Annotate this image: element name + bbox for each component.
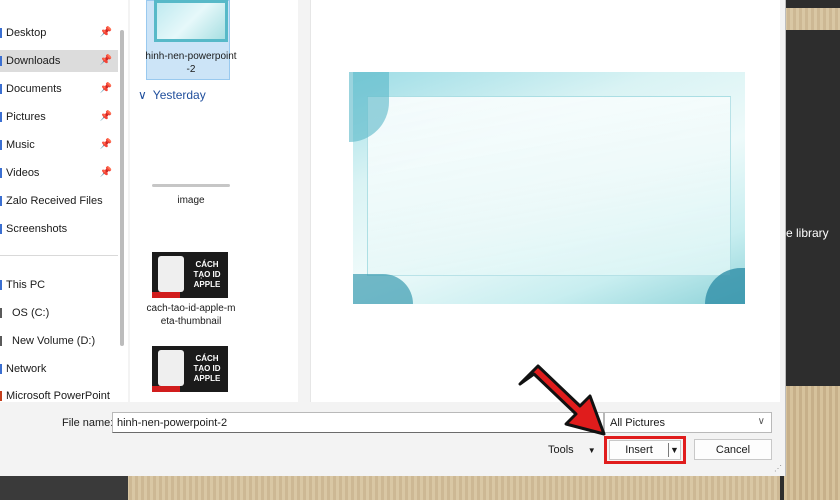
file-thumbnail: CÁCH TẠO ID APPLE [152, 252, 228, 298]
insert-picture-dialog: Desktop 📌 Downloads 📌 Documents 📌 Pictur… [0, 0, 786, 476]
background-app-text: e library [786, 226, 829, 240]
pin-icon[interactable]: 📌 [100, 111, 112, 122]
file-label: cach-tao-id-apple-meta-thumbnail [146, 303, 236, 327]
file-name-label: File name: [62, 417, 114, 429]
file-type-select[interactable]: All Pictures ∨ [604, 412, 772, 433]
nav-item-pictures[interactable]: Pictures 📌 [0, 106, 118, 128]
nav-item-label: Videos [6, 167, 40, 179]
nav-item-downloads[interactable]: Downloads 📌 [0, 50, 118, 72]
file-item-cach-tao-id-apple-meta-thumbnail[interactable]: CÁCH TẠO ID APPLE cach-tao-id-apple-meta… [144, 252, 238, 328]
navigation-pane: Desktop 📌 Downloads 📌 Documents 📌 Pictur… [0, 0, 128, 402]
pin-icon[interactable]: 📌 [100, 55, 112, 66]
tools-menu[interactable]: Tools ▼ [548, 440, 596, 460]
group-header-yesterday[interactable]: ∨ Yesterday [138, 88, 206, 102]
nav-item-label: OS (C:) [12, 307, 50, 319]
pin-icon[interactable]: 📌 [100, 167, 112, 178]
chevron-down-icon: ∨ [757, 416, 765, 427]
pin-icon[interactable]: 📌 [100, 27, 112, 38]
nav-item-label: This PC [6, 279, 46, 291]
nav-item-new-volume-d[interactable]: New Volume (D:) [0, 330, 118, 352]
nav-item-label: Pictures [6, 111, 46, 123]
background-texture [784, 386, 840, 500]
file-list: hinh-nen-powerpoint-2 ∨ Yesterday image … [130, 0, 298, 402]
file-item-unnamed[interactable]: CÁCH TẠO ID APPLE [144, 346, 238, 392]
nav-item-label: Microsoft PowerPoint [6, 390, 110, 402]
nav-item-desktop[interactable]: Desktop 📌 [0, 22, 118, 44]
thumbnail-text: CÁCH TẠO ID APPLE [193, 354, 221, 383]
preview-image [349, 72, 745, 304]
nav-item-label: Downloads [6, 55, 61, 67]
file-item-image[interactable]: image [144, 184, 238, 207]
nav-item-label: Desktop [6, 27, 47, 39]
tools-label: Tools [548, 444, 574, 456]
file-label: hinh-nen-powerpoint-2 [145, 51, 237, 75]
nav-item-os-c[interactable]: OS (C:) [0, 302, 118, 324]
caret-down-icon: ▼ [587, 445, 596, 455]
background-texture [784, 8, 840, 30]
background-strip [0, 476, 780, 500]
file-label: image [177, 195, 205, 206]
cancel-label: Cancel [715, 443, 751, 456]
file-thumbnail [154, 0, 228, 42]
nav-item-zalo-received-files[interactable]: Zalo Received Files [0, 190, 118, 212]
nav-item-label: Zalo Received Files [6, 195, 103, 207]
nav-item-videos[interactable]: Videos 📌 [0, 162, 118, 184]
thumbnail-text: CÁCH TẠO ID APPLE [193, 260, 221, 289]
nav-divider [0, 255, 118, 256]
preview-pane [310, 0, 780, 402]
nav-scrollbar[interactable] [120, 30, 124, 346]
nav-item-label: Documents [6, 83, 62, 95]
nav-item-label: New Volume (D:) [12, 335, 96, 347]
nav-item-screenshots[interactable]: Screenshots [0, 218, 118, 240]
nav-item-microsoft-powerpoint[interactable]: Microsoft PowerPoint [0, 385, 118, 407]
chevron-down-icon: ∨ [138, 88, 147, 102]
resize-grip-icon[interactable]: ⋰ [774, 464, 782, 473]
background-app: e library [780, 0, 840, 500]
nav-item-documents[interactable]: Documents 📌 [0, 78, 118, 100]
cancel-button[interactable]: Cancel [694, 439, 772, 460]
nav-item-network[interactable]: Network [0, 358, 118, 380]
nav-item-label: Network [6, 363, 47, 375]
pin-icon[interactable]: 📌 [100, 139, 112, 150]
file-type-value: All Pictures [610, 416, 666, 429]
file-thumbnail [152, 184, 230, 187]
nav-item-music[interactable]: Music 📌 [0, 134, 118, 156]
group-header-label: Yesterday [152, 88, 206, 102]
file-item-hinh-nen-powerpoint-2[interactable]: hinh-nen-powerpoint-2 [144, 0, 238, 76]
nav-item-label: Music [6, 139, 35, 151]
nav-item-label: Screenshots [6, 223, 68, 235]
annotation-arrow-icon [518, 364, 606, 436]
insert-highlight-box [604, 436, 686, 464]
pin-icon[interactable]: 📌 [100, 83, 112, 94]
nav-item-this-pc[interactable]: This PC [0, 274, 118, 296]
file-thumbnail: CÁCH TẠO ID APPLE [152, 346, 228, 392]
